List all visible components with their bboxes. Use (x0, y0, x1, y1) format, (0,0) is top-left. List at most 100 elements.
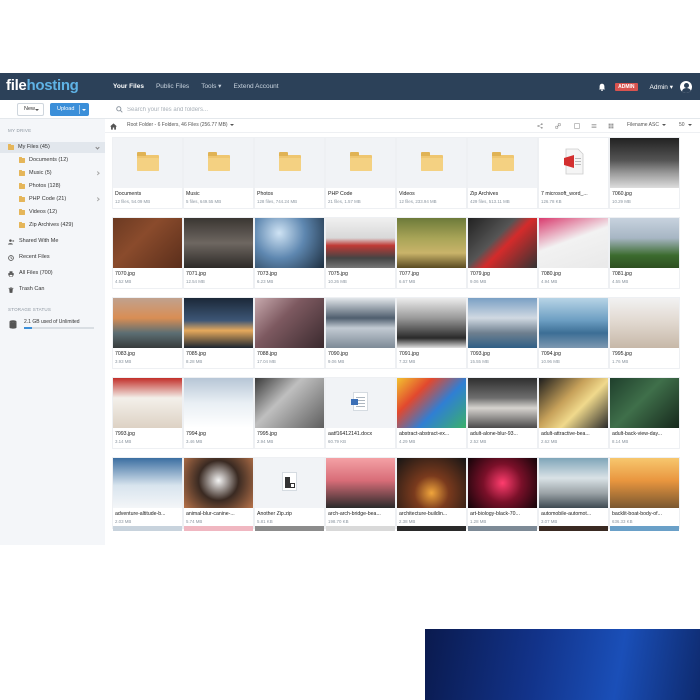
brand-logo[interactable]: filehosting (6, 77, 79, 94)
image-thumbnail (610, 378, 679, 428)
file-size: 9.06 MB (470, 279, 487, 284)
file-tile[interactable]: PHP Code 21 files, 1.57 MB (325, 137, 396, 209)
file-tile[interactable]: Photos 128 files, 744.24 MB (254, 137, 325, 209)
file-tile[interactable]: aatf16412141.docx 60.79 KB (325, 377, 396, 449)
chevron-down-icon[interactable] (82, 108, 86, 111)
file-tile[interactable]: adult-attractive-bea... 2.62 MB (538, 377, 609, 449)
sidebar-item-recent-files[interactable]: Recent Files (0, 252, 105, 263)
admin-user-menu[interactable]: Admin ▾ (650, 83, 674, 91)
image-thumbnail[interactable] (397, 526, 466, 531)
per-page-select[interactable]: 50 (679, 122, 692, 128)
file-tile[interactable]: Videos 12 files, 233.94 MB (396, 137, 467, 209)
upload-button[interactable]: Upload (50, 103, 89, 116)
file-tile[interactable]: 7077.jpg 6.67 MB (396, 217, 467, 289)
sidebar-item-my-files[interactable]: My Files (45) (0, 142, 105, 153)
link-icon[interactable] (555, 123, 561, 129)
image-thumbnail[interactable] (113, 526, 182, 531)
file-tile[interactable]: adult-back-view-day... 8.14 MB (609, 377, 680, 449)
sidebar-item-music[interactable]: Music (5) (0, 168, 105, 179)
sidebar-item-documents[interactable]: Documents (12) (0, 155, 105, 166)
sidebar-item-videos[interactable]: Videos (12) (0, 207, 105, 218)
search-icon (116, 106, 123, 113)
file-tile[interactable]: art-biology-black-70... 1.28 MB (467, 457, 538, 529)
file-tile[interactable]: 7088.jpg 17.04 MB (254, 297, 325, 369)
checkbox-icon[interactable] (574, 123, 580, 129)
file-tile[interactable]: backlit-boat-body-of... 636.33 KB (609, 457, 680, 529)
file-tile[interactable]: 7071.jpg 12.54 MB (183, 217, 254, 289)
file-tile[interactable]: 7085.jpg 8.28 MB (183, 297, 254, 369)
file-tile[interactable]: abstract-abstract-ex... 4.29 MB (396, 377, 467, 449)
file-size: 3.07 MB (541, 519, 558, 524)
home-icon[interactable] (110, 122, 117, 130)
file-tile[interactable]: 7080.jpg 4.94 MB (538, 217, 609, 289)
file-tile[interactable]: 7075.jpg 10.26 MB (325, 217, 396, 289)
image-thumbnail[interactable] (468, 526, 537, 531)
file-size: 5 files, 649.55 MB (186, 199, 222, 204)
file-tile[interactable]: arch-arch-bridge-bea... 198.70 KB (325, 457, 396, 529)
file-grid: Documents 12 files, 54.09 MB Music 5 files,… (105, 133, 700, 545)
file-tile[interactable]: adventure-altitude-b... 2.03 MB (112, 457, 183, 529)
file-tile[interactable]: adult-alone-blur-93... 2.52 MB (467, 377, 538, 449)
image-thumbnail[interactable] (610, 526, 679, 531)
new-button[interactable]: New (17, 103, 44, 116)
file-tile[interactable]: architecture-buildin... 2.38 MB (396, 457, 467, 529)
file-tile[interactable]: 7091.jpg 7.32 MB (396, 297, 467, 369)
sort-select[interactable]: Filename ASC (627, 122, 667, 128)
sidebar-item-shared-with-me[interactable]: Shared With Me (0, 236, 105, 247)
storage-progress-bar (24, 327, 94, 329)
sidebar-item-php-code[interactable]: PHP Code (21) (0, 194, 105, 205)
file-tile[interactable]: 7073.jpg 6.23 MB (254, 217, 325, 289)
file-tile[interactable]: animal-blur-canine-... 5.74 MB (183, 457, 254, 529)
file-name: 7995.jpg (612, 351, 632, 357)
nav-your-files[interactable]: Your Files (113, 73, 144, 100)
chevron-down-icon[interactable] (95, 145, 100, 150)
folder-path-dropdown[interactable]: Root Folder - 6 Folders, 46 Files (256.7… (127, 122, 234, 128)
image-thumbnail[interactable] (539, 526, 608, 531)
image-thumbnail[interactable] (184, 526, 253, 531)
sidebar-item-all-files[interactable]: All Files (700) (0, 268, 105, 279)
file-tile[interactable]: Zip Archives 429 files, 513.11 MB (467, 137, 538, 209)
file-tile[interactable]: 7090.jpg 9.06 MB (325, 297, 396, 369)
file-tile[interactable]: 7079.jpg 9.06 MB (467, 217, 538, 289)
file-size: 8.28 MB (186, 359, 203, 364)
image-thumbnail[interactable] (255, 526, 324, 531)
search-input[interactable] (127, 104, 427, 115)
image-thumbnail (539, 298, 608, 348)
chevron-right-icon[interactable] (94, 197, 99, 202)
file-tile[interactable]: 7 microsoft_word_... 126.78 KB (538, 137, 609, 209)
nav-public-files[interactable]: Public Files (156, 73, 189, 100)
grid-view-icon[interactable] (608, 123, 614, 129)
file-tile[interactable]: 7995.jpg 1.76 MB (609, 297, 680, 369)
file-tile[interactable]: 7094.jpg 10.96 MB (538, 297, 609, 369)
background-image (425, 629, 700, 700)
file-tile[interactable]: Music 5 files, 649.55 MB (183, 137, 254, 209)
avatar[interactable] (680, 80, 692, 93)
document-badge (351, 399, 358, 405)
chevron-right-icon[interactable] (94, 171, 99, 176)
file-tile[interactable]: 7994.jpg 3.46 MB (183, 377, 254, 449)
file-tile[interactable]: 7993.jpg 3.14 MB (112, 377, 183, 449)
bell-icon[interactable] (598, 83, 606, 91)
list-view-icon[interactable] (591, 123, 597, 129)
image-thumbnail (184, 218, 253, 268)
share-icon[interactable] (537, 123, 543, 129)
file-tile[interactable]: Another Zip.zip 5.81 KB (254, 457, 325, 529)
file-tile[interactable]: 7083.jpg 3.93 MB (112, 297, 183, 369)
action-toolbar: New Upload (0, 100, 700, 119)
file-tile[interactable]: 7093.jpg 15.55 MB (467, 297, 538, 369)
image-thumbnail[interactable] (326, 526, 395, 531)
sidebar-item-photos[interactable]: Photos (128) (0, 181, 105, 192)
sidebar-item-zip-archives[interactable]: Zip Archives (429) (0, 220, 105, 231)
nav-extend-account[interactable]: Extend Account (233, 73, 278, 100)
file-tile[interactable]: Documents 12 files, 54.09 MB (112, 137, 183, 209)
file-tile[interactable]: 7081.jpg 4.55 MB (609, 217, 680, 289)
image-thumbnail (184, 378, 253, 428)
file-tile[interactable]: 7070.jpg 4.52 MB (112, 217, 183, 289)
per-page-value: 50 (679, 122, 685, 128)
sidebar-item-label: Photos (128) (29, 183, 61, 189)
file-tile[interactable]: 7995.jpg 2.94 MB (254, 377, 325, 449)
file-tile[interactable]: automobile-automot... 3.07 MB (538, 457, 609, 529)
file-tile[interactable]: 7060.jpg 10.29 MB (609, 137, 680, 209)
sidebar-item-trash-can[interactable]: Trash Can (0, 284, 105, 295)
nav-tools-menu[interactable]: Tools ▾ (201, 73, 221, 100)
